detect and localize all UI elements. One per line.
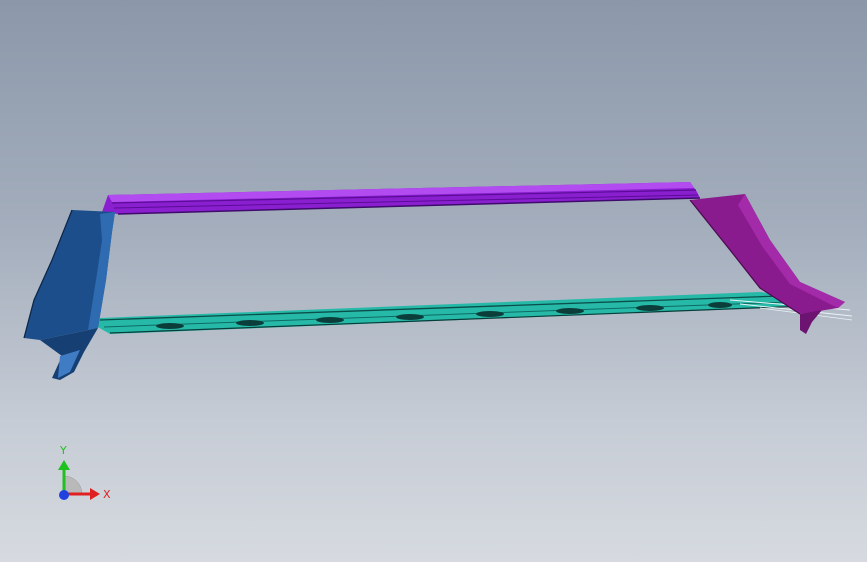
x-arrow-icon bbox=[90, 488, 100, 500]
left-pillar-part[interactable] bbox=[23, 209, 115, 380]
y-axis-label: Y bbox=[59, 444, 67, 457]
bottom-rail-part[interactable] bbox=[96, 292, 853, 334]
y-arrow-icon bbox=[58, 460, 70, 470]
x-axis-label: X bbox=[103, 488, 111, 501]
cad-model[interactable] bbox=[0, 0, 867, 562]
coordinate-triad: Y X bbox=[58, 444, 111, 501]
3d-viewport[interactable]: Y X bbox=[0, 0, 867, 562]
top-rail-part[interactable] bbox=[102, 182, 701, 215]
z-axis-icon bbox=[59, 490, 69, 500]
